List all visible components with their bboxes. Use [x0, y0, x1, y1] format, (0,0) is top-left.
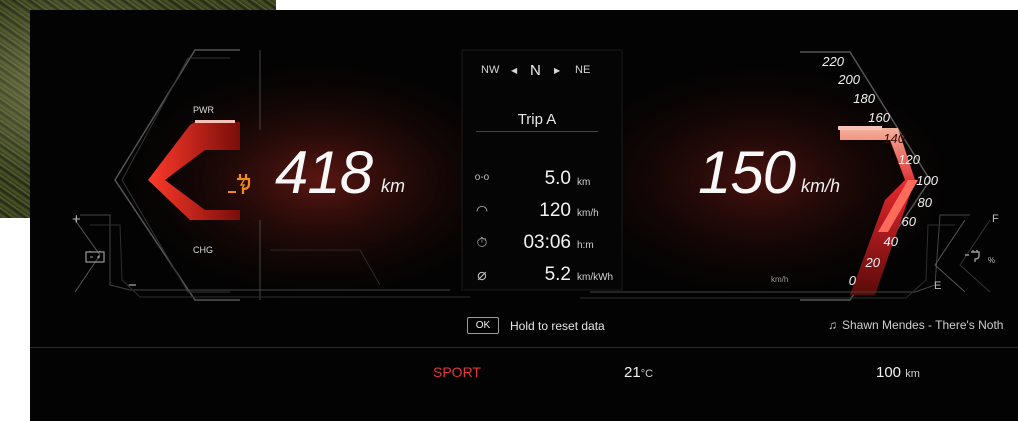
speed-tick: 200	[838, 72, 860, 87]
charge-plug-icon	[228, 174, 251, 194]
speed-tick: 80	[917, 195, 932, 210]
range-value: 418	[275, 139, 373, 206]
trip-distance-unit: km	[577, 177, 591, 188]
status-range-unit: km	[905, 368, 920, 380]
instrument-cluster: NW ◀ N ▶ NE Trip A o-o 5.0 km ◠ 120 km/h…	[30, 10, 1018, 421]
charge-empty-label: E	[934, 280, 942, 292]
speed-tick: 100	[916, 173, 938, 188]
compass-heading: N	[530, 62, 541, 79]
battery-icon	[85, 251, 105, 263]
trip-avg-speed-unit: km/h	[577, 208, 599, 219]
speed-tick: 120	[898, 152, 920, 167]
temperature-unit: °C	[640, 368, 654, 380]
speed-tick: 40	[883, 234, 898, 249]
battery-plus: +	[72, 211, 81, 228]
ok-button[interactable]: OK	[467, 317, 499, 334]
compass-left: NW	[481, 64, 500, 76]
status-range-value: 100	[876, 364, 902, 381]
status-range: 100 km	[876, 364, 920, 381]
speed-tick: 160	[868, 110, 890, 125]
reset-hint: Hold to reset data	[510, 319, 605, 333]
speed-unit: km/h	[801, 176, 841, 196]
trip-duration-value: 03:06	[523, 232, 571, 253]
trip-duration-unit: h:m	[577, 240, 594, 251]
range-unit: km	[381, 176, 405, 196]
outside-temperature: 21°C	[624, 364, 653, 381]
charge-unit: %	[988, 256, 996, 265]
speed-tick: 140	[883, 131, 905, 146]
drive-mode: SPORT	[433, 364, 481, 380]
now-playing-track[interactable]: Shawn Mendes - There's Noth	[842, 318, 1003, 332]
charge-full-label: F	[992, 213, 999, 225]
speed-tick: 220	[822, 54, 844, 69]
compass-right: NE	[575, 64, 591, 76]
trip-consumption-unit: km/kWh	[577, 272, 614, 283]
trip-divider	[476, 131, 598, 132]
battery-minus: −	[128, 277, 137, 294]
trip-distance-value: 5.0	[544, 168, 571, 189]
ev-plug-icon	[965, 250, 980, 262]
trip-title[interactable]: Trip A	[480, 111, 594, 128]
compass-left-arrow-icon: ◀	[511, 66, 518, 75]
status-bar-divider	[30, 347, 1018, 348]
temperature-value: 21	[624, 364, 641, 381]
speed-value: 150	[698, 139, 796, 206]
power-label: PWR	[193, 105, 214, 115]
speed-tick: 180	[853, 91, 875, 106]
charge-label: CHG	[193, 245, 213, 255]
trip-consumption-value: 5.2	[544, 264, 571, 285]
speed-tick: 20	[865, 255, 880, 270]
compass-right-arrow-icon: ▶	[554, 66, 561, 75]
trip-avg-speed-value: 120	[539, 200, 571, 221]
speed-tick: 60	[901, 214, 916, 229]
music-note-icon: ♫	[828, 318, 837, 332]
speed-tick: 0	[848, 273, 856, 288]
speed-gauge-unit: km/h	[771, 275, 789, 284]
